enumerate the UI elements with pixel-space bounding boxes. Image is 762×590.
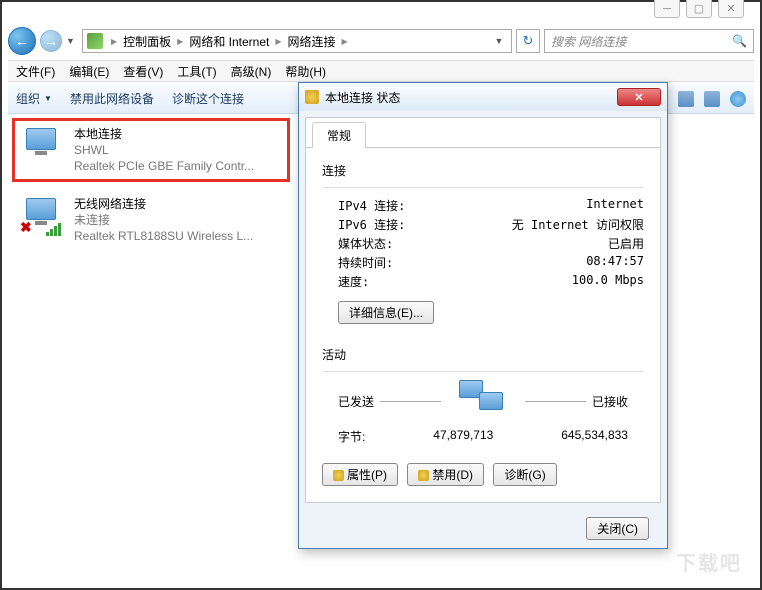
disable-button[interactable]: 禁用(D) <box>407 463 484 486</box>
menu-tools[interactable]: 工具(T) <box>177 63 216 80</box>
breadcrumb-item[interactable]: 网络和 Internet <box>187 33 271 50</box>
dialog-close-button[interactable]: ✕ <box>617 88 661 106</box>
back-button[interactable]: ← <box>8 27 36 55</box>
menu-advanced[interactable]: 高级(N) <box>231 63 272 80</box>
organize-button[interactable]: 组织 ▼ <box>16 90 52 107</box>
shield-icon <box>333 470 344 481</box>
sent-bytes: 47,879,713 <box>433 428 493 445</box>
control-panel-icon <box>87 33 103 49</box>
connection-device: Realtek PCIe GBE Family Contr... <box>74 158 254 174</box>
connection-item-local[interactable]: 本地连接 SHWL Realtek PCIe GBE Family Contr.… <box>20 126 285 175</box>
menu-edit[interactable]: 编辑(E) <box>69 63 109 80</box>
help-icon[interactable] <box>730 91 746 107</box>
forward-button[interactable]: → <box>40 30 62 52</box>
row-label: IPv4 连接: <box>338 197 428 214</box>
row-label: 持续时间: <box>338 254 428 271</box>
row-value: 已启用 <box>608 235 644 252</box>
address-bar[interactable]: ▶ 控制面板 ▶ 网络和 Internet ▶ 网络连接 ▶ ▼ <box>82 29 512 53</box>
close-button[interactable]: ✕ <box>718 0 744 18</box>
bytes-label: 字节: <box>338 428 365 445</box>
disconnected-icon: ✖ <box>20 219 32 236</box>
menu-bar: 文件(F) 编辑(E) 查看(V) 工具(T) 高级(N) 帮助(H) <box>8 60 754 82</box>
search-icon: 🔍 <box>732 34 747 48</box>
properties-button[interactable]: 属性(P) <box>322 463 398 486</box>
minimize-button[interactable]: ─ <box>654 0 680 18</box>
connection-name: 无线网络连接 <box>74 196 253 212</box>
watermark: 下载吧 <box>676 547 742 576</box>
recv-label: 已接收 <box>592 393 628 410</box>
connection-status: SHWL <box>74 142 254 158</box>
menu-view[interactable]: 查看(V) <box>123 63 163 80</box>
refresh-button[interactable]: ↻ <box>516 29 540 53</box>
row-label: 速度: <box>338 273 428 290</box>
address-dropdown[interactable]: ▼ <box>491 36 507 46</box>
maximize-button[interactable]: ▢ <box>686 0 712 18</box>
breadcrumb-item[interactable]: 网络连接 <box>286 33 338 50</box>
view-icon[interactable] <box>678 91 694 107</box>
menu-file[interactable]: 文件(F) <box>16 63 55 80</box>
connection-item-wireless[interactable]: ✖ 无线网络连接 未连接 Realtek RTL8188SU Wireless … <box>20 196 285 245</box>
chevron-right-icon[interactable]: ▶ <box>173 37 187 46</box>
network-adapter-icon: ✖ <box>20 196 64 236</box>
section-connection: 连接 <box>322 162 644 179</box>
status-dialog: 本地连接 状态 ✕ 常规 连接 IPv4 连接: Internet IPv6 连接… <box>298 82 668 549</box>
row-value: 无 Internet 访问权限 <box>512 216 644 233</box>
chevron-right-icon[interactable]: ▶ <box>271 37 285 46</box>
connection-device: Realtek RTL8188SU Wireless L... <box>74 228 253 244</box>
search-input[interactable]: 搜索 网络连接 🔍 <box>544 29 754 53</box>
signal-bars-icon <box>46 223 61 236</box>
history-dropdown[interactable]: ▼ <box>66 36 78 46</box>
recv-bytes: 645,534,833 <box>561 428 628 445</box>
network-adapter-icon <box>20 126 64 166</box>
row-label: IPv6 连接: <box>338 216 428 233</box>
close-button[interactable]: 关闭(C) <box>586 517 649 540</box>
sent-label: 已发送 <box>338 393 374 410</box>
breadcrumb-item[interactable]: 控制面板 <box>121 33 173 50</box>
shield-icon <box>305 90 319 104</box>
diagnose-button[interactable]: 诊断(G) <box>493 463 556 486</box>
dialog-title: 本地连接 状态 <box>325 89 400 106</box>
dialog-titlebar[interactable]: 本地连接 状态 ✕ <box>299 83 667 111</box>
shield-icon <box>418 470 429 481</box>
activity-icon <box>455 380 511 422</box>
row-value: 100.0 Mbps <box>572 273 644 290</box>
preview-pane-icon[interactable] <box>704 91 720 107</box>
connection-status: 未连接 <box>74 212 253 228</box>
details-button[interactable]: 详细信息(E)... <box>338 301 434 324</box>
connection-name: 本地连接 <box>74 126 254 142</box>
section-activity: 活动 <box>322 346 644 363</box>
row-value: Internet <box>586 197 644 214</box>
search-placeholder: 搜索 网络连接 <box>551 33 626 50</box>
row-value: 08:47:57 <box>586 254 644 271</box>
chevron-right-icon[interactable]: ▶ <box>338 37 352 46</box>
disable-device-button[interactable]: 禁用此网络设备 <box>70 90 154 107</box>
row-label: 媒体状态: <box>338 235 428 252</box>
diagnose-button[interactable]: 诊断这个连接 <box>172 90 244 107</box>
chevron-right-icon[interactable]: ▶ <box>107 37 121 46</box>
menu-help[interactable]: 帮助(H) <box>285 63 326 80</box>
tab-general[interactable]: 常规 <box>312 122 366 148</box>
